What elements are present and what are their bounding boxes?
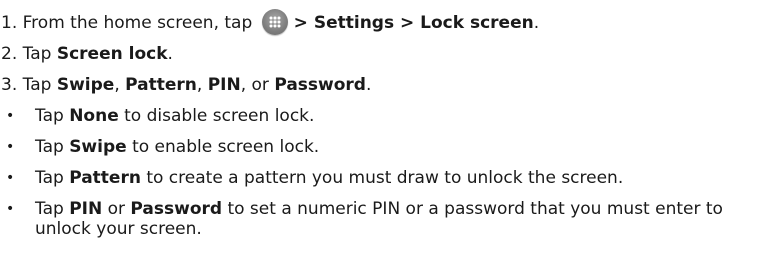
step-1: 1. From the home screen, tap > Settings …	[0, 8, 776, 39]
settings-path: > Settings > Lock screen	[293, 13, 534, 33]
pattern-label: Pattern	[69, 168, 141, 188]
instructions: 1. From the home screen, tap > Settings …	[0, 0, 776, 239]
list-item: • Tap None to disable screen lock.	[0, 101, 776, 132]
step-text: Tap	[22, 75, 57, 95]
step-number: 1.	[1, 13, 18, 33]
option-list: • Tap None to disable screen lock. • Tap…	[0, 101, 776, 239]
none-label: None	[69, 106, 119, 126]
step-2: 2. Tap Screen lock.	[0, 39, 776, 70]
apps-grid-icon	[261, 9, 288, 35]
bullet-marker: •	[6, 201, 15, 217]
pin-label: PIN	[69, 199, 103, 219]
bullet-marker: •	[6, 108, 15, 124]
list-item: • Tap PIN or Password to set a numeric P…	[6, 199, 723, 239]
list-item: • Tap Swipe to enable screen lock.	[0, 132, 776, 163]
step-number: 3.	[1, 75, 18, 95]
bullet-marker: •	[6, 170, 15, 186]
step-text: From the home screen, tap	[22, 13, 253, 33]
swipe-label: Swipe	[56, 75, 115, 95]
pattern-label: Pattern	[125, 75, 197, 95]
screen-lock-label: Screen lock	[56, 44, 168, 64]
bullet-marker: •	[6, 139, 15, 155]
step-text: Tap	[22, 44, 57, 64]
step-3: 3. Tap Swipe, Pattern, PIN, or Password.	[0, 70, 776, 101]
password-label: Password	[130, 199, 223, 219]
step-number: 2.	[1, 44, 18, 64]
pin-label: PIN	[207, 75, 241, 95]
list-item: • Tap Pattern to create a pattern you mu…	[0, 163, 776, 194]
password-label: Password	[274, 75, 366, 95]
swipe-label: Swipe	[69, 137, 127, 157]
